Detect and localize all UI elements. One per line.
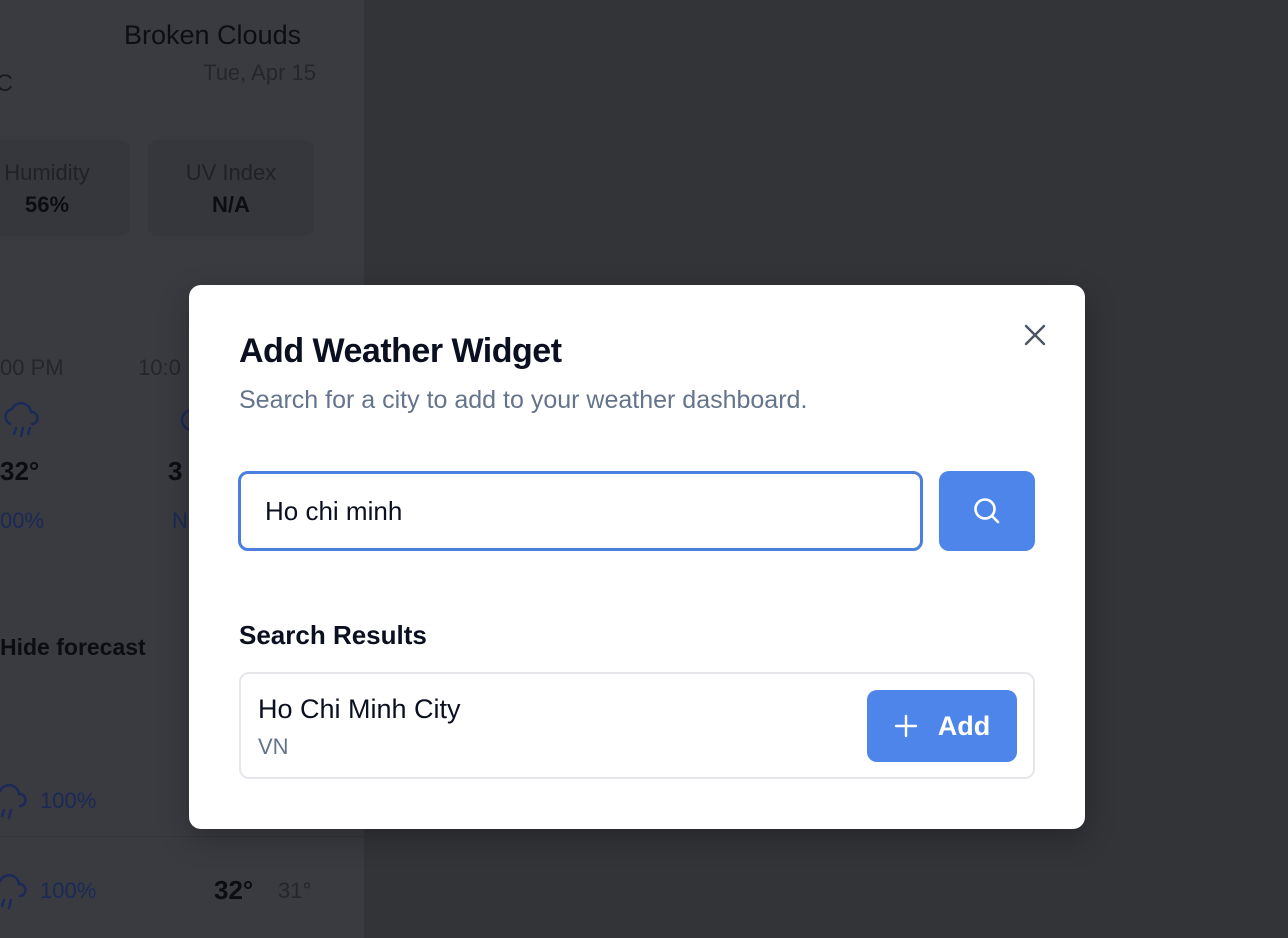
search-icon <box>974 498 1000 524</box>
hourly-time: 10:0 <box>138 355 181 380</box>
close-button[interactable] <box>1021 321 1049 349</box>
result-country-code: VN <box>258 734 289 759</box>
dialog-description: Search for a city to add to your weather… <box>239 386 808 414</box>
uv-index-label: UV Index <box>185 160 277 185</box>
daily-precip: 100% <box>40 788 97 813</box>
hourly-time: 00 PM <box>0 355 64 380</box>
weather-date: Tue, Apr 15 <box>203 60 316 85</box>
add-city-button[interactable]: Add <box>867 690 1017 762</box>
cloud-rain-icon <box>0 784 27 820</box>
hide-forecast-toggle[interactable]: Hide forecast <box>0 634 146 661</box>
humidity-value: 56% <box>24 192 70 217</box>
daily-precip: 100% <box>40 878 97 903</box>
cloud-rain-icon <box>0 874 27 910</box>
daily-high-temp: 32° <box>214 875 254 905</box>
search-result-item: Ho Chi Minh City VN Add <box>239 672 1035 779</box>
daily-low-temp: 31° <box>278 878 312 903</box>
row-divider <box>0 836 364 837</box>
uv-index-value: N/A <box>212 192 250 217</box>
city-search-input[interactable] <box>238 471 923 551</box>
weather-condition: Broken Clouds <box>124 20 302 50</box>
dialog-title: Add Weather Widget <box>239 332 562 370</box>
result-city-name: Ho Chi Minh City <box>258 694 461 724</box>
humidity-stat: Humidity 56% <box>0 140 130 236</box>
hourly-temp: 32° <box>0 456 40 486</box>
hourly-precip: 00% <box>0 508 45 533</box>
humidity-label: Humidity <box>4 160 90 185</box>
temperature-unit: °C <box>0 70 13 97</box>
hourly-precip: N <box>172 508 188 533</box>
uv-index-stat: UV Index N/A <box>148 140 314 236</box>
close-icon <box>1024 324 1046 346</box>
search-results-heading: Search Results <box>239 620 427 650</box>
cloud-rain-icon <box>4 402 39 438</box>
plus-icon <box>894 714 917 738</box>
hourly-temp: 3 <box>168 456 183 486</box>
search-button[interactable] <box>939 471 1035 551</box>
add-button-label: Add <box>937 710 991 741</box>
add-weather-widget-dialog: Add Weather Widget Search for a city to … <box>189 285 1085 829</box>
app-stage: Broken Clouds Tue, Apr 15 °C Humidity 56… <box>0 0 1288 938</box>
